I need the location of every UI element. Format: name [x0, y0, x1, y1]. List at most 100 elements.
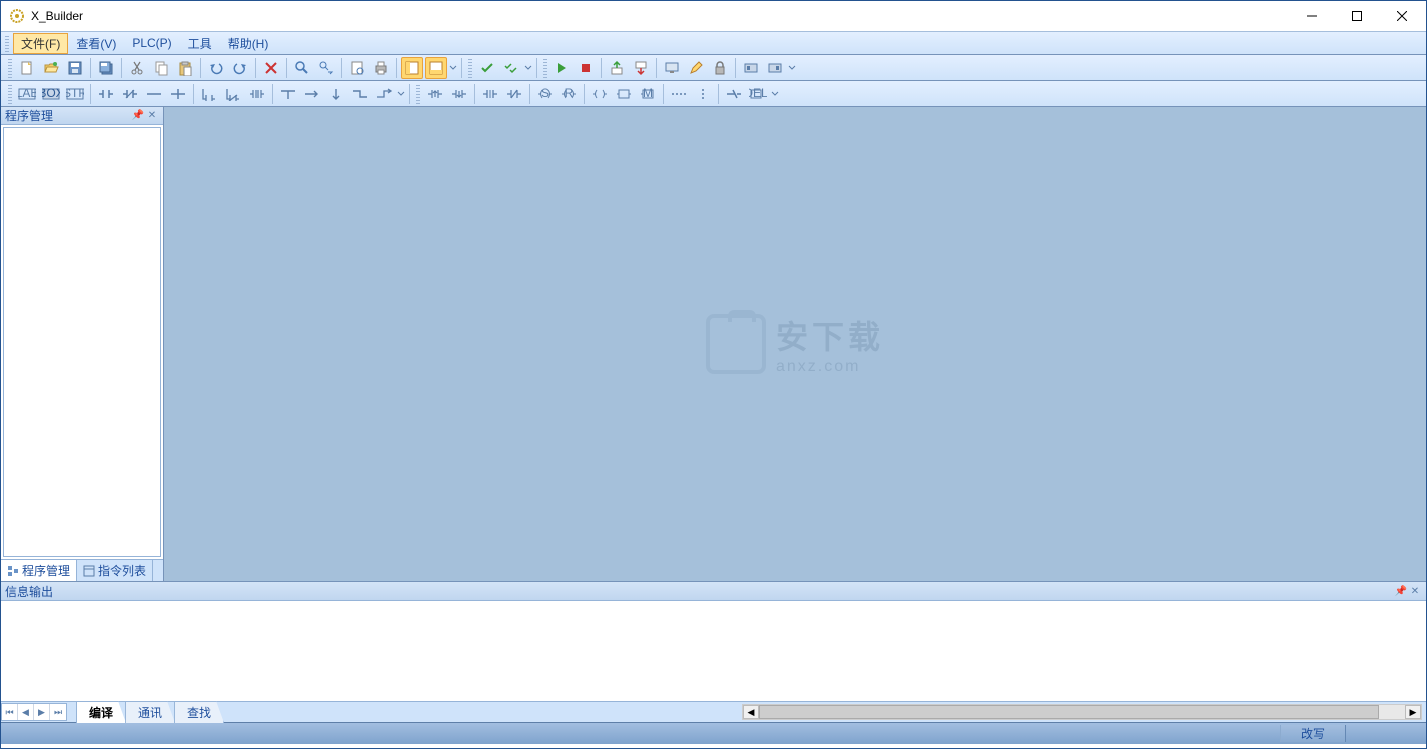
new-button[interactable]: [16, 57, 38, 79]
output-panel: 信息输出 📌 ✕ ⏮ ◀ ▶ ⏭ 编译 通讯 查找 ◀ ▶: [1, 581, 1426, 722]
m-block-button[interactable]: M: [637, 83, 659, 105]
program-tree[interactable]: [3, 127, 161, 557]
contact-or-no-button[interactable]: [198, 83, 220, 105]
del-hline-button[interactable]: [668, 83, 690, 105]
device-button-2[interactable]: [764, 57, 786, 79]
save-button[interactable]: [64, 57, 86, 79]
close-button[interactable]: [1379, 1, 1424, 31]
tree-icon: [7, 565, 19, 577]
device-button-1[interactable]: [740, 57, 762, 79]
menu-help[interactable]: 帮助(H): [220, 33, 277, 54]
find-button[interactable]: [291, 57, 313, 79]
upload-button[interactable]: [606, 57, 628, 79]
menu-plc[interactable]: PLC(P): [124, 34, 179, 52]
output-close-icon[interactable]: ✕: [1408, 584, 1422, 598]
minimize-button[interactable]: [1289, 1, 1334, 31]
undo-button[interactable]: [205, 57, 227, 79]
del-element-button[interactable]: DEL: [747, 83, 769, 105]
del-vline-button[interactable]: [692, 83, 714, 105]
corner-right-button[interactable]: [349, 83, 371, 105]
edit-monitor-button[interactable]: [685, 57, 707, 79]
tab-comm[interactable]: 通讯: [125, 701, 175, 723]
print-button[interactable]: [370, 57, 392, 79]
arrow-right-button[interactable]: [301, 83, 323, 105]
tab-search[interactable]: 查找: [174, 701, 224, 723]
string-button[interactable]: STR: [64, 83, 86, 105]
ladder-grip[interactable]: [8, 84, 12, 104]
func-block-button[interactable]: [613, 83, 635, 105]
contact-double-button[interactable]: [246, 83, 268, 105]
output-body[interactable]: [1, 600, 1426, 702]
nav-first-button[interactable]: ⏮: [2, 704, 18, 720]
label-button[interactable]: LAB: [16, 83, 38, 105]
output-h-scrollbar[interactable]: ◀ ▶: [742, 704, 1422, 720]
line-vert-button[interactable]: [167, 83, 189, 105]
tab-program-mgmt-label: 程序管理: [22, 562, 70, 579]
scroll-thumb[interactable]: [759, 705, 1379, 719]
device-overflow[interactable]: [787, 57, 797, 79]
scroll-right-button[interactable]: ▶: [1405, 705, 1421, 719]
arrow-down-button[interactable]: [325, 83, 347, 105]
monitor-button[interactable]: [661, 57, 683, 79]
ladder-overflow-1[interactable]: [396, 83, 406, 105]
cut-button[interactable]: [126, 57, 148, 79]
lock-button[interactable]: [709, 57, 731, 79]
tab-program-mgmt[interactable]: 程序管理: [1, 560, 77, 581]
contact-or-nc-button[interactable]: [222, 83, 244, 105]
nav-prev-button[interactable]: ◀: [18, 704, 34, 720]
toolbar-grip-3[interactable]: [543, 58, 547, 78]
coil-button[interactable]: [589, 83, 611, 105]
find-replace-button[interactable]: [315, 57, 337, 79]
redo-button[interactable]: [229, 57, 251, 79]
view-sidebar-button[interactable]: [401, 57, 423, 79]
tab-instruction-list[interactable]: 指令列表: [77, 560, 153, 581]
menubar-grip[interactable]: [5, 34, 9, 52]
coil-set-button[interactable]: S: [534, 83, 556, 105]
menu-tools[interactable]: 工具: [180, 33, 220, 54]
check-button[interactable]: [476, 57, 498, 79]
ladder-grip-2[interactable]: [416, 84, 420, 104]
check-overflow[interactable]: [523, 57, 533, 79]
delete-button[interactable]: [260, 57, 282, 79]
toolbar-grip[interactable]: [8, 58, 12, 78]
tab-compile[interactable]: 编译: [76, 701, 126, 723]
not-button[interactable]: [723, 83, 745, 105]
run-button[interactable]: [551, 57, 573, 79]
pin-icon[interactable]: 📌: [131, 109, 145, 123]
open-button[interactable]: [40, 57, 62, 79]
ladder-overflow-2[interactable]: [770, 83, 780, 105]
stop-button[interactable]: [575, 57, 597, 79]
coil-reset-button[interactable]: R: [558, 83, 580, 105]
line-horiz-button[interactable]: [143, 83, 165, 105]
svg-text:DEL: DEL: [749, 87, 767, 100]
app-icon: [9, 8, 25, 24]
download-button[interactable]: [630, 57, 652, 79]
contact-inv-button[interactable]: [479, 83, 501, 105]
print-preview-button[interactable]: [346, 57, 368, 79]
corner-up-button[interactable]: [373, 83, 395, 105]
contact-no-button[interactable]: [95, 83, 117, 105]
nav-last-button[interactable]: ⏭: [50, 704, 66, 720]
menu-view[interactable]: 查看(V): [68, 33, 124, 54]
hline-down-button[interactable]: [277, 83, 299, 105]
contact-n-button[interactable]: [448, 83, 470, 105]
check-all-button[interactable]: [500, 57, 522, 79]
view-output-button[interactable]: [425, 57, 447, 79]
contact-nc-button[interactable]: [119, 83, 141, 105]
save-all-button[interactable]: [95, 57, 117, 79]
copy-button[interactable]: [150, 57, 172, 79]
maximize-button[interactable]: [1334, 1, 1379, 31]
toolbar-grip-2[interactable]: [468, 58, 472, 78]
menubar: 文件(F) 查看(V) PLC(P) 工具 帮助(H): [1, 31, 1426, 55]
contact-inv2-button[interactable]: [503, 83, 525, 105]
scroll-left-button[interactable]: ◀: [743, 705, 759, 719]
toolbar-overflow[interactable]: [448, 57, 458, 79]
box-button[interactable]: BOX: [40, 83, 62, 105]
main-canvas[interactable]: 安下载 anxz.com: [164, 107, 1426, 581]
nav-next-button[interactable]: ▶: [34, 704, 50, 720]
paste-button[interactable]: [174, 57, 196, 79]
sidebar-close-icon[interactable]: ✕: [145, 109, 159, 123]
menu-file[interactable]: 文件(F): [13, 33, 68, 54]
contact-p-button[interactable]: [424, 83, 446, 105]
output-pin-icon[interactable]: 📌: [1394, 584, 1408, 598]
